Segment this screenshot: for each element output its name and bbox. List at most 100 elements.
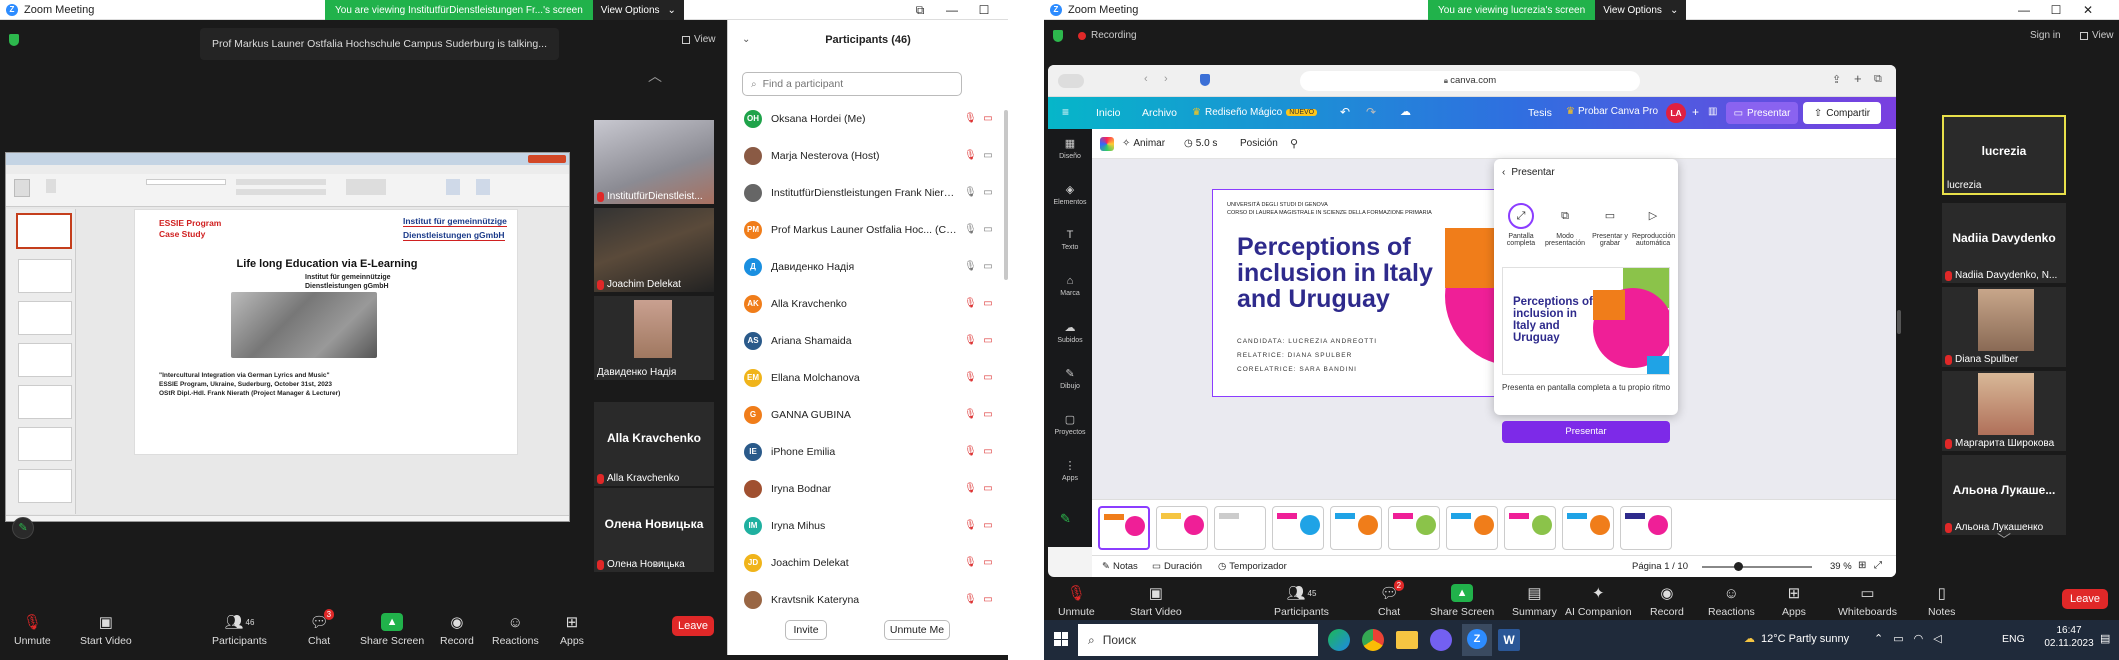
animate-button[interactable]: ✧ Animar xyxy=(1122,138,1165,149)
word-icon[interactable]: W xyxy=(1498,629,1520,651)
participant-row[interactable]: Д Давиденко Надія 🎙︎ ▭ xyxy=(744,248,994,285)
undo-icon[interactable]: ↶ xyxy=(1340,105,1350,119)
weather-widget[interactable]: ☁︎ 12°C Partly sunny xyxy=(1744,632,1849,646)
grid-view-icon[interactable]: ⊞ xyxy=(1858,560,1866,571)
opt-autoplay[interactable]: ▷ Reproducción automática xyxy=(1632,203,1675,247)
duration-button[interactable]: ▭ Duración xyxy=(1152,561,1202,572)
view-options-button[interactable]: View Options ⌄ xyxy=(592,0,684,20)
participant-row[interactable]: AS Ariana Shamaida 🎙︎ ▭ xyxy=(744,322,994,359)
participant-row[interactable]: InstitutfürDienstleistungen Frank Nierat… xyxy=(744,174,994,211)
page-thumbnail[interactable] xyxy=(1388,506,1440,550)
share-button[interactable]: ⇧ Compartir xyxy=(1803,102,1881,124)
notification-icon[interactable]: ▤ xyxy=(2100,632,2110,645)
canva-side-item[interactable]: T Texto xyxy=(1048,229,1092,251)
participant-row[interactable]: G GANNA GUBINA 🎙︎ ▭ xyxy=(744,396,994,433)
view-button[interactable]: View xyxy=(682,34,716,45)
page-thumbnail[interactable] xyxy=(1620,506,1672,550)
whiteboards-button[interactable]: ▭ Whiteboards xyxy=(1838,584,1897,618)
view-button[interactable]: View xyxy=(2080,30,2114,41)
start-button[interactable] xyxy=(1054,632,1068,646)
dropdown-back[interactable]: ‹ Presentar xyxy=(1502,167,1555,178)
url-bar[interactable]: 🔒︎ canva.com xyxy=(1300,71,1640,91)
search-input[interactable] xyxy=(762,78,933,90)
participant-row[interactable]: IE iPhone Emilia 🎙︎ ▭ xyxy=(744,433,994,470)
sign-in-link[interactable]: Sign in xyxy=(2030,30,2061,41)
opt-presenter-mode[interactable]: ⧉ Modo presentación xyxy=(1544,203,1586,247)
page-thumbnail[interactable] xyxy=(1156,506,1208,550)
window-menu-icon[interactable]: ⧉ xyxy=(904,3,936,18)
participant-row[interactable]: PM Prof Markus Launer Ostfalia Hoc... (Co… xyxy=(744,211,994,248)
record-button[interactable]: ◉ Record xyxy=(440,613,474,647)
video-tile[interactable]: Diana Spulber xyxy=(1942,287,2066,367)
forward-icon[interactable]: › xyxy=(1164,73,1168,85)
participant-row[interactable]: AK Alla Kravchenko 🎙︎ ▭ xyxy=(744,285,994,322)
timing-button[interactable]: ◷ 5.0 s xyxy=(1184,138,1217,149)
tray-icons[interactable]: ⌃ ▭ ◠ ◁ xyxy=(1874,632,1942,645)
participants-button[interactable]: 👥︎ 45 Participants xyxy=(1274,584,1329,618)
tabs-overview-icon[interactable]: ⧉ xyxy=(1874,73,1882,86)
drag-handle[interactable] xyxy=(1897,310,1901,334)
page-thumbnail[interactable] xyxy=(1330,506,1382,550)
magic-redesign[interactable]: ♛ Rediseño Mágico NUEVO xyxy=(1192,107,1318,118)
canva-side-item[interactable]: ▢ Proyectos xyxy=(1048,413,1092,436)
page-thumbnail[interactable] xyxy=(1098,506,1150,550)
leave-button[interactable]: Leave xyxy=(672,616,714,636)
canva-menu-archivo[interactable]: Archivo xyxy=(1142,107,1177,119)
view-options-button[interactable]: View Options ⌄ xyxy=(1595,0,1687,20)
design-title[interactable]: Tesis xyxy=(1528,107,1552,119)
redo-icon[interactable]: ↷ xyxy=(1366,105,1376,119)
tab-icon[interactable] xyxy=(1058,74,1084,88)
fullscreen-toggle-icon[interactable]: ⤢ xyxy=(1874,560,1882,571)
cloud-icon[interactable]: ☁ xyxy=(1400,105,1411,118)
participant-row[interactable]: EM Ellana Molchanova 🎙︎ ▭ xyxy=(744,359,994,396)
canva-side-item[interactable]: ✎ Dibujo xyxy=(1048,367,1092,390)
minimize-icon[interactable]: — xyxy=(2008,3,2040,17)
participant-row[interactable]: IM Iryna Mihus 🎙︎ ▭ xyxy=(744,507,994,544)
participant-search[interactable]: ⌕ xyxy=(742,72,962,96)
invite-button[interactable]: Invite xyxy=(785,620,827,640)
unmute-me-button[interactable]: Unmute Me xyxy=(884,620,950,640)
menu-icon[interactable]: ≡ xyxy=(1062,105,1069,119)
chat-button[interactable]: 💬︎ 3 Chat xyxy=(308,609,335,647)
video-tile[interactable]: Давиденко Надія xyxy=(594,296,714,380)
color-swatch-icon[interactable] xyxy=(1100,137,1114,151)
canva-menu-inicio[interactable]: Inicio xyxy=(1096,107,1121,119)
reactions-button[interactable]: ☺ Reactions xyxy=(1708,584,1755,619)
video-tile[interactable]: Joachim Delekat xyxy=(594,208,714,292)
leave-button[interactable]: Leave xyxy=(2062,589,2108,609)
video-tile[interactable]: Маргарита Широкова xyxy=(1942,371,2066,451)
edge-icon[interactable] xyxy=(1328,629,1350,651)
viber-icon[interactable] xyxy=(1430,629,1452,651)
notes-button[interactable]: ✎ Notas xyxy=(1102,561,1138,572)
gallery-down-button[interactable]: ﹀ xyxy=(1989,530,2019,552)
participant-row[interactable]: OH Oksana Hordei (Me) 🎙︎ ▭ xyxy=(744,100,994,137)
record-button[interactable]: ◉ Record xyxy=(1650,584,1684,618)
close-icon[interactable]: ✕ xyxy=(1000,3,1008,17)
try-pro-button[interactable]: ♛ Probar Canva Pro xyxy=(1566,106,1658,117)
reactions-button[interactable]: ☺ Reactions xyxy=(492,613,539,648)
new-tab-icon[interactable]: + xyxy=(1854,71,1862,86)
participant-row[interactable]: Marja Nesterova (Host) 🎙︎ ▭ xyxy=(744,137,994,174)
zoom-slider[interactable] xyxy=(1702,566,1812,568)
participants-button[interactable]: 👥︎ 46 Participants xyxy=(212,613,267,647)
notes-button[interactable]: ▯ Notes xyxy=(1928,584,1955,618)
page-thumbnail[interactable] xyxy=(1446,506,1498,550)
participant-row[interactable]: JD Joachim Delekat 🎙︎ ▭ xyxy=(744,544,994,581)
user-avatar[interactable]: LA xyxy=(1666,103,1686,123)
maximize-icon[interactable]: ☐ xyxy=(968,3,1000,17)
canva-side-item[interactable]: ⋮ Apps xyxy=(1048,459,1092,482)
apps-button[interactable]: ⊞ Apps xyxy=(560,613,584,647)
canva-side-item[interactable]: ⌂ Marca xyxy=(1048,275,1092,297)
gallery-up-button[interactable]: ︿ xyxy=(640,66,670,88)
video-tile[interactable]: Альона Лукаше... Альона Лукашенко xyxy=(1942,455,2066,535)
page-thumbnail[interactable] xyxy=(1562,506,1614,550)
taskbar-search[interactable]: ⌕ Поиск xyxy=(1078,624,1318,656)
unmute-button[interactable]: 🎙︎ Unmute xyxy=(1058,584,1095,618)
present-button[interactable]: ▭ Presentar xyxy=(1726,102,1798,124)
summary-button[interactable]: ▤ Summary xyxy=(1512,584,1557,618)
stats-icon[interactable]: ▥ xyxy=(1708,106,1717,117)
participant-row[interactable]: Iryna Bodnar 🎙︎ ▭ xyxy=(744,470,994,507)
page-thumbnail[interactable] xyxy=(1214,506,1266,550)
unmute-button[interactable]: 🎙︎ Unmute xyxy=(14,613,51,647)
magic-pen-icon[interactable]: ✎ xyxy=(1060,511,1071,527)
